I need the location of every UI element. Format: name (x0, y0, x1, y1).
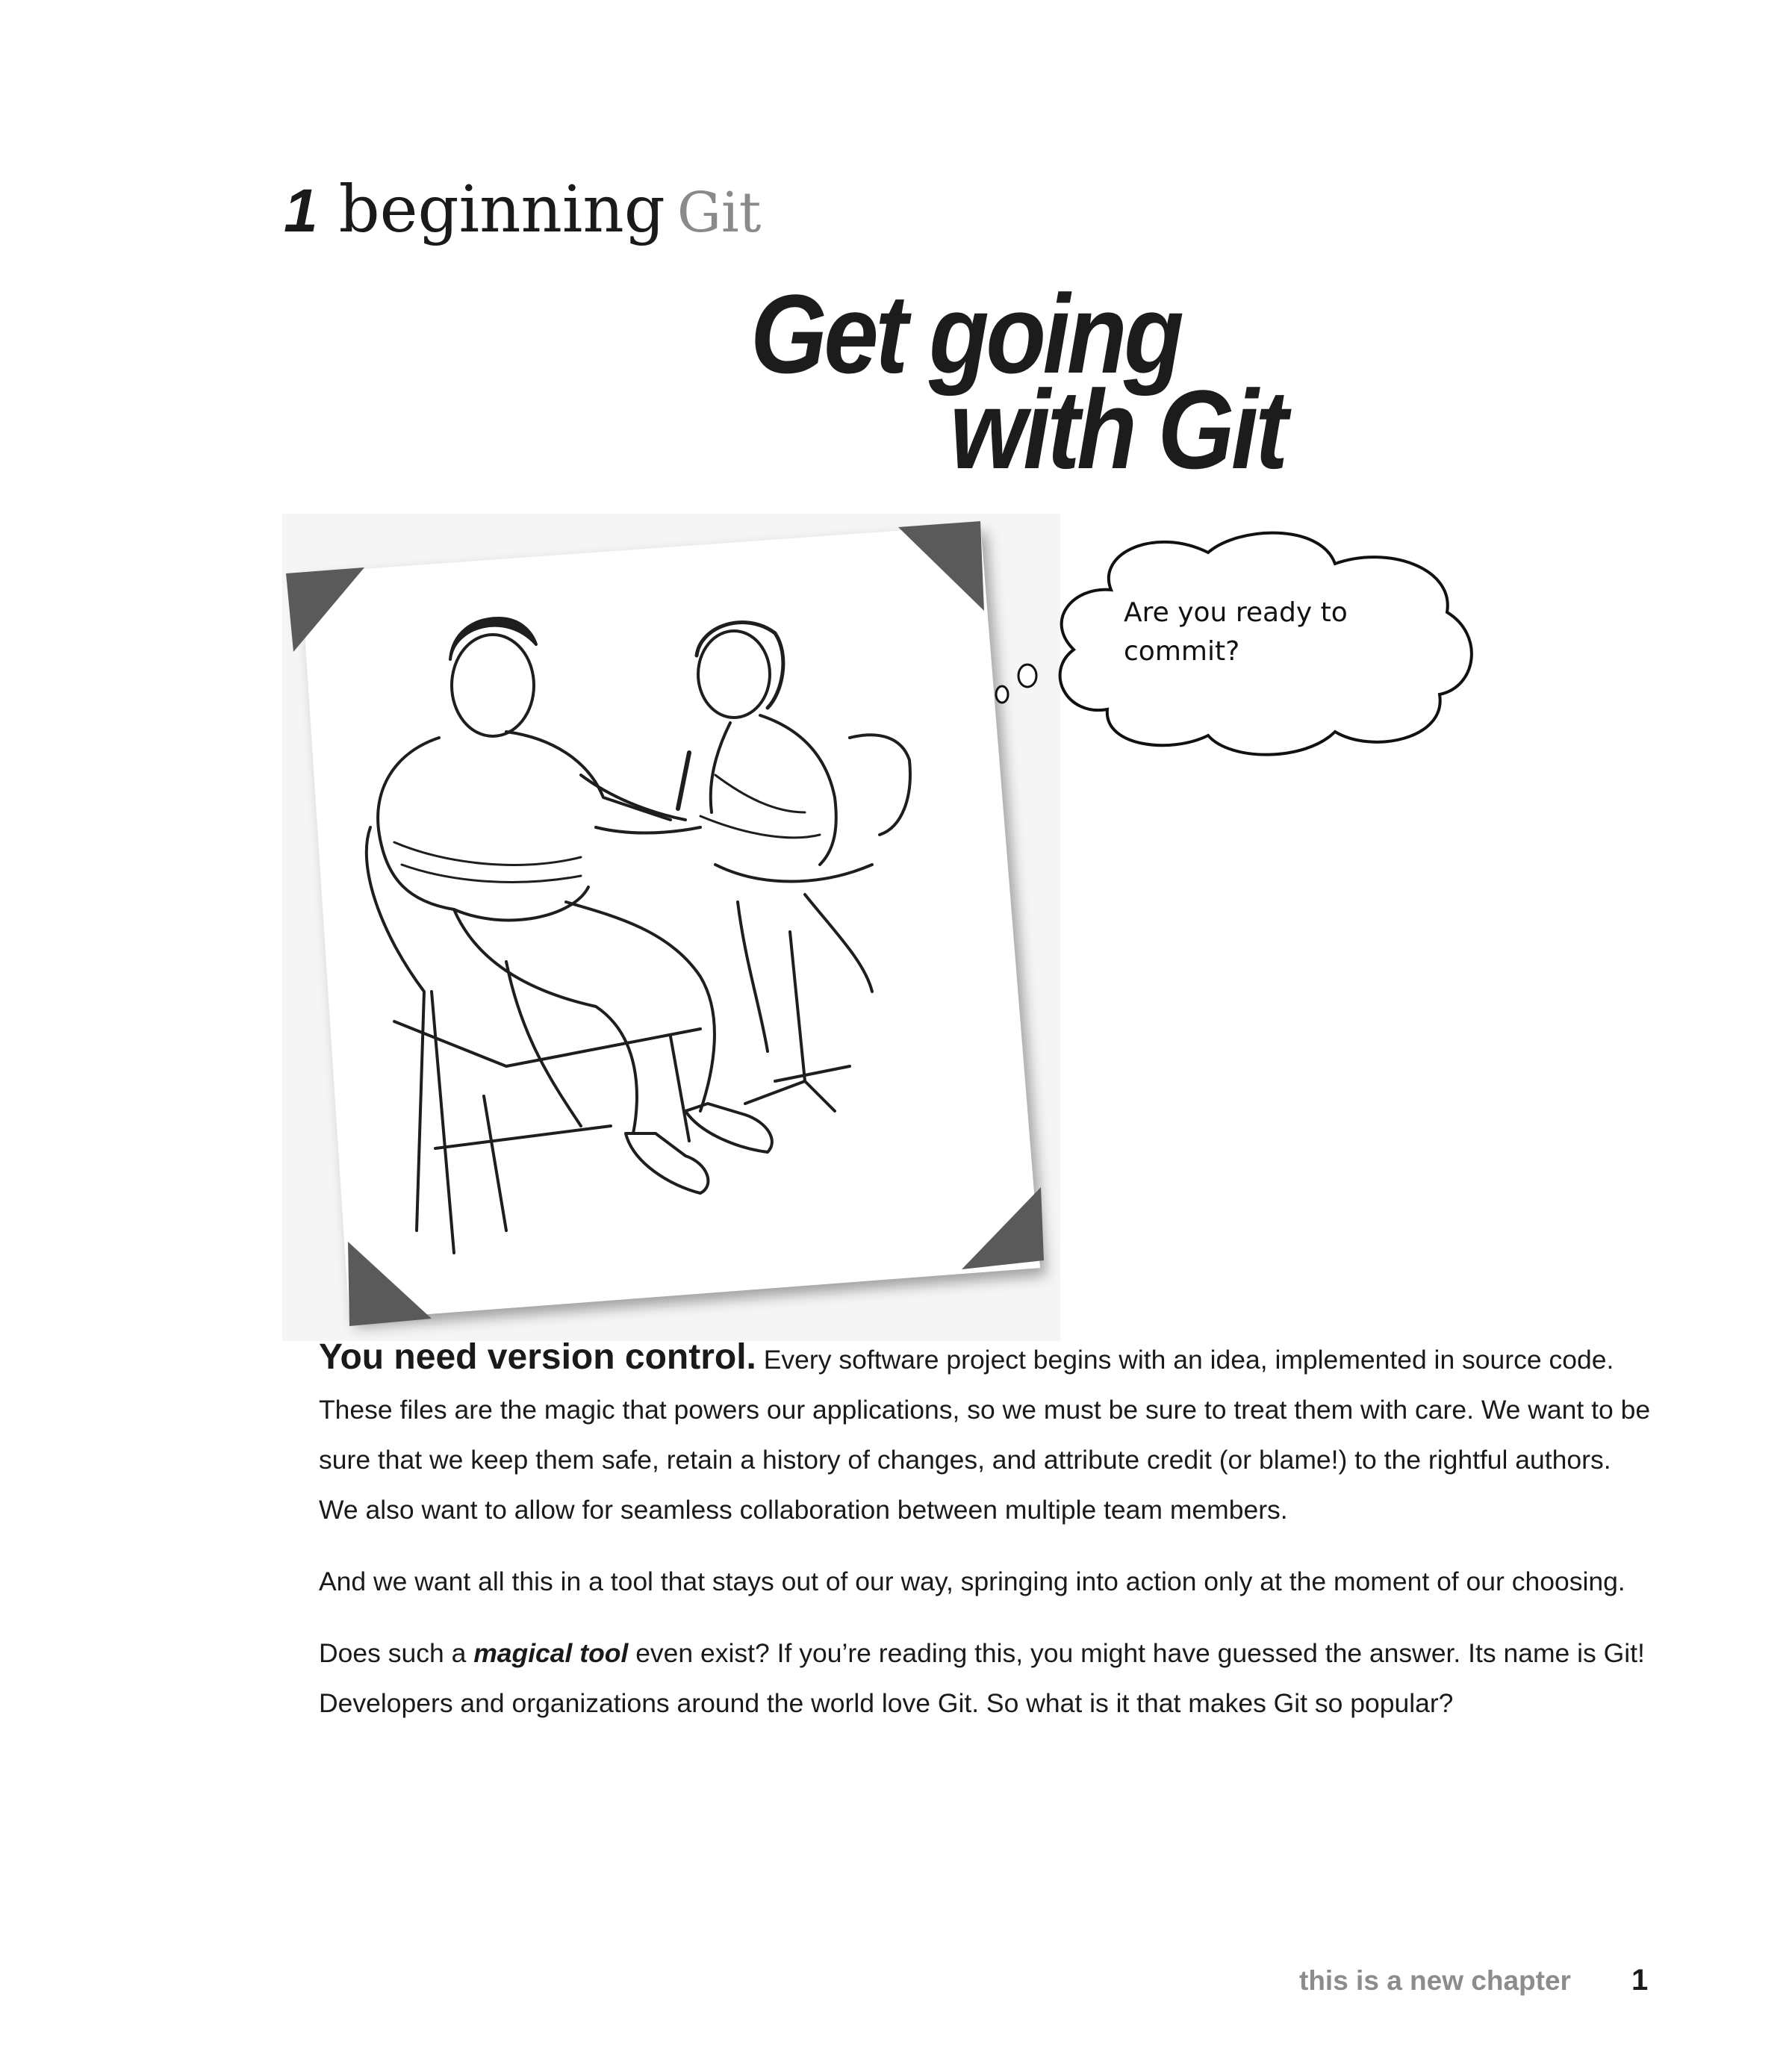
chapter-number: 1 (284, 177, 318, 245)
thought-bubble-text: Are you ready to commit? (1124, 594, 1445, 671)
paragraph-1: You need version control. Every software… (319, 1332, 1655, 1535)
thought-dot-large (1017, 663, 1038, 688)
footer-caption: this is a new chapter (1299, 1965, 1571, 1996)
paragraph-2: And we want all this in a tool that stay… (319, 1567, 1625, 1596)
headline-line-2: with Git (950, 367, 1288, 492)
thought-dot-small (995, 685, 1009, 704)
bubble-line-2: commit? (1124, 636, 1240, 667)
paragraph-3: Does such a magical tool even exist? If … (319, 1628, 1655, 1729)
chapter-title: beginning (338, 172, 665, 247)
bubble-line-1: Are you ready to (1124, 597, 1348, 628)
illustration-photo (286, 521, 1044, 1326)
photo-frame (301, 525, 1040, 1320)
chapter-heading: 1 beginning Git (284, 178, 761, 242)
chapter-subject: Git (676, 181, 762, 245)
paragraph-3-before: Does such a (319, 1638, 474, 1668)
page-number: 1 (1631, 1964, 1649, 1997)
lead-in: You need version control. (319, 1337, 756, 1377)
body-text: You need version control. Every software… (319, 1332, 1655, 1750)
magical-tool-emphasis: magical tool (473, 1638, 629, 1668)
